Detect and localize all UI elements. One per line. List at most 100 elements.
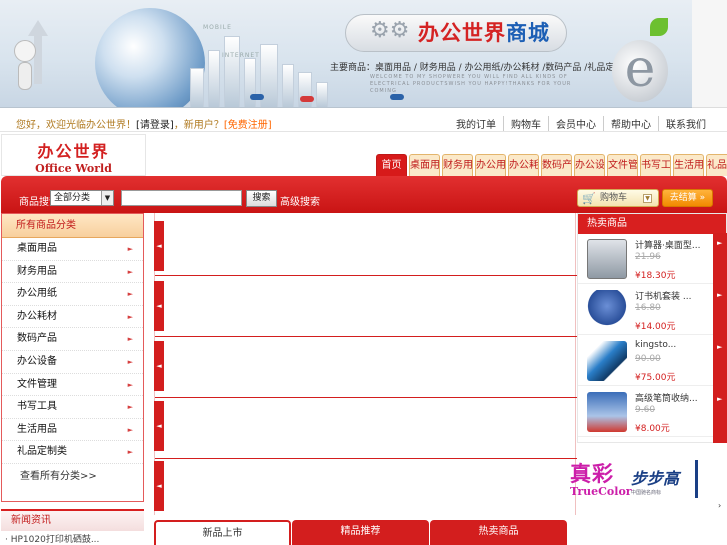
category-item-label: 财务用品 — [17, 265, 57, 277]
brand-bbk-logo[interactable]: 步步高 中国驰名商标 — [631, 465, 687, 505]
link-contact-us[interactable]: 联系我们 — [658, 116, 713, 131]
category-item[interactable]: 办公设备 ► — [2, 351, 143, 374]
logo-cn: 办公世界 — [37, 142, 110, 161]
search-input[interactable] — [121, 190, 242, 206]
link-member-center[interactable]: 会员中心 — [548, 116, 603, 131]
calculator-image[interactable] — [587, 239, 627, 279]
nav-tab-files[interactable]: 文件管理 — [607, 154, 638, 176]
chevron-right-icon: ► — [127, 312, 133, 321]
chevron-right-icon[interactable]: ► — [717, 291, 722, 299]
tab-hot[interactable]: 热卖商品 — [430, 520, 567, 545]
slider-divider — [155, 397, 577, 398]
nav-tab-writing[interactable]: 书写工具 — [640, 154, 671, 176]
chevron-right-icon[interactable]: ► — [717, 343, 722, 351]
cart-icon: 🛒 — [582, 192, 596, 205]
brand-truecolor-logo[interactable]: 真彩 TrueColor — [570, 458, 632, 508]
chevron-right-icon[interactable]: ► — [717, 239, 722, 247]
brand-bbk-cn: 步步高 — [631, 469, 680, 488]
checkout-button[interactable]: 去结算 » — [662, 189, 713, 207]
cart-dropdown-icon[interactable]: ▼ — [643, 194, 652, 203]
category-item-label: 礼品定制类 — [17, 446, 67, 458]
nav-tab-digital[interactable]: 数码产品 — [541, 154, 572, 176]
nav-tab-consumables[interactable]: 办公耗材 — [508, 154, 539, 176]
link-cart[interactable]: 购物车 — [503, 116, 548, 131]
greeting-text: 您好，欢迎光临办公世界！ — [16, 120, 136, 131]
product-price: ¥18.30元 — [635, 271, 676, 281]
hot-product-item[interactable]: 计算器·桌面型... 21.96 ¥18.30元 — [578, 234, 727, 284]
nav-tab-living[interactable]: 生活用品 — [673, 154, 704, 176]
chevron-right-icon: ► — [127, 403, 133, 412]
page-root: MOBILE INTERNET ⚙⚙ 办公世界商城 主要商品：桌面用品 / 财务… — [0, 0, 727, 545]
product-name[interactable]: 高级笔筒收纳... — [635, 391, 698, 404]
usb-drive-image[interactable] — [587, 341, 627, 381]
hot-products-title: 热卖商品 — [578, 214, 726, 234]
search-button[interactable]: 搜索 — [246, 190, 277, 207]
advanced-search-link[interactable]: 高级搜索 — [280, 193, 320, 208]
nav-tab-paper[interactable]: 办公用纸 — [475, 154, 506, 176]
category-item[interactable]: 办公耗材 ► — [2, 306, 143, 329]
chevron-left-icon[interactable]: ◄ — [154, 281, 164, 331]
welcome-text: WELCOME TO MY SHOPWERE YOU WILL FIND ALL… — [370, 74, 572, 94]
car-decoration — [250, 94, 264, 100]
category-item[interactable]: 桌面用品 ► — [2, 238, 143, 261]
category-item[interactable]: 文件管理 ► — [2, 374, 143, 397]
link-help-center[interactable]: 帮助中心 — [603, 116, 658, 131]
leaf-icon — [650, 18, 668, 36]
hot-product-item[interactable]: kingsto... 90.00 ¥75.00元 — [578, 336, 727, 386]
tab-new-products[interactable]: 新品上市 — [154, 520, 291, 545]
main-nav: 首页 桌面用品 财务用品 办公用纸 办公耗材 数码产品 办公设备 文件管理 书写… — [376, 154, 727, 176]
hot-product-item[interactable]: 订书机套装 ... 16.80 ¥14.00元 — [578, 285, 727, 335]
site-logo[interactable]: 办公世界 Office World — [1, 134, 146, 176]
nav-tab-home[interactable]: 首页 — [376, 154, 407, 176]
brand-bbk-sub: 中国驰名商标 — [631, 490, 662, 496]
car-decoration — [300, 96, 314, 102]
hot-scroll-bar[interactable]: ► ► ► ► — [713, 233, 727, 443]
category-item[interactable]: 办公用纸 ► — [2, 283, 143, 306]
chevron-right-icon: ► — [127, 245, 133, 253]
category-select[interactable]: 全部分类 ▼ — [50, 190, 114, 206]
product-name[interactable]: kingsto... — [635, 340, 676, 350]
gears-icon: ⚙⚙ — [370, 18, 410, 43]
login-link[interactable]: [请登录] — [136, 120, 174, 131]
stapler-image[interactable] — [587, 290, 627, 330]
link-my-orders[interactable]: 我的订单 — [449, 116, 503, 131]
nav-tab-equipment[interactable]: 办公设备 — [574, 154, 605, 176]
tab-recommended[interactable]: 精品推荐 — [292, 520, 429, 545]
chevron-left-icon[interactable]: ◄ — [154, 401, 164, 451]
nav-tab-desk[interactable]: 桌面用品 — [409, 154, 440, 176]
chevron-down-icon[interactable]: ▼ — [101, 191, 113, 205]
all-categories-link[interactable]: 查看所有分类>> — [2, 464, 143, 490]
category-item[interactable]: 财务用品 ► — [2, 261, 143, 284]
category-title: 所有商品分类 — [2, 214, 143, 238]
product-price: ¥8.00元 — [635, 424, 670, 434]
chevron-right-icon: ► — [127, 357, 133, 366]
chevron-left-icon[interactable]: ◄ — [154, 221, 164, 271]
category-panel: 所有商品分类 桌面用品 ► 财务用品 ► 办公用纸 ► 办公耗材 ► 数码产品 ► 办公设… — [1, 213, 144, 502]
chevron-right-icon: ► — [127, 448, 133, 457]
e-logo-icon: e — [612, 40, 668, 102]
product-name[interactable]: 计算器·桌面型... — [635, 238, 700, 251]
chevron-right-icon: ► — [127, 380, 133, 389]
slider-divider — [155, 458, 577, 459]
category-item[interactable]: 书写工具 ► — [2, 396, 143, 419]
category-item[interactable]: 生活用品 ► — [2, 419, 143, 442]
product-name[interactable]: 订书机套装 ... — [635, 289, 691, 302]
category-item[interactable]: 数码产品 ► — [2, 328, 143, 351]
chevron-right-icon: ► — [127, 335, 133, 344]
product-old-price: 21.96 — [635, 252, 661, 262]
checkout-label: 去结算 — [669, 193, 697, 203]
chevron-left-icon[interactable]: ◄ — [154, 461, 164, 511]
brand-more-icon[interactable]: › — [718, 501, 721, 510]
nav-tab-finance[interactable]: 财务用品 — [442, 154, 473, 176]
hot-product-item[interactable]: 高级笔筒收纳... 9.60 ¥8.00元 — [578, 387, 727, 437]
register-link[interactable]: [免费注册] — [224, 120, 272, 131]
category-item[interactable]: 礼品定制类 ► — [2, 441, 143, 464]
chevron-right-icon[interactable]: ► — [717, 395, 722, 403]
category-item-label: 办公用纸 — [17, 288, 57, 300]
chevron-left-icon[interactable]: ◄ — [154, 341, 164, 391]
news-item[interactable]: · HP1020打印机硒鼓... — [5, 532, 99, 545]
product-slider: ◄ ◄ ◄ ◄ ◄ — [154, 213, 577, 515]
slider-divider — [155, 336, 577, 337]
nav-tab-gifts[interactable]: 礼品定制 — [706, 154, 727, 176]
pen-holder-image[interactable] — [587, 392, 627, 432]
